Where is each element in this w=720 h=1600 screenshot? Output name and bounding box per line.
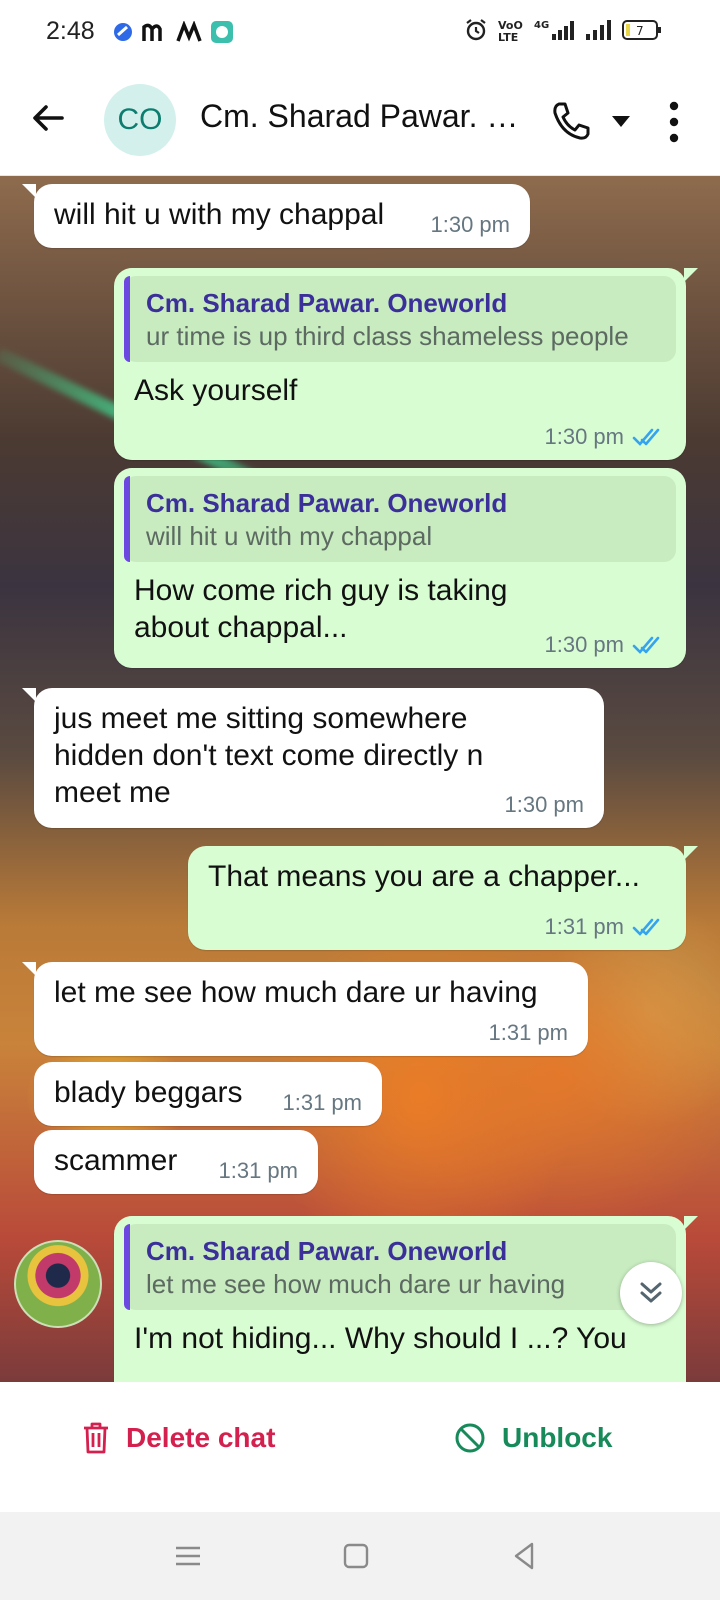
voice-call-icon[interactable] <box>550 100 592 142</box>
chat-title[interactable]: Cm. Sharad Pawar. Oneworld <box>200 98 542 135</box>
status-system-icons: VoO LTE 4G 7 <box>464 18 662 42</box>
volte-icon: VoOLTE <box>498 19 523 42</box>
quote-text: ur time is up third class shameless peop… <box>146 321 629 351</box>
svg-text:4G: 4G <box>534 20 549 31</box>
alarm-icon <box>466 19 486 41</box>
quote-text: will hit u with my chappal <box>146 521 433 551</box>
quote-author: Cm. Sharad Pawar. Oneworld <box>146 488 508 518</box>
message-time: 1:31 pm <box>545 914 667 940</box>
message-outgoing-reply[interactable]: Cm. Sharad Pawar. Oneworld will hit u wi… <box>114 468 686 668</box>
message-incoming[interactable]: will hit u with my chappal 1:30 pm <box>22 184 530 248</box>
status-app-icons <box>112 20 234 44</box>
svg-text:LTE: LTE <box>498 31 518 42</box>
recent-apps-icon[interactable] <box>172 1540 204 1572</box>
quote-author: Cm. Sharad Pawar. Oneworld <box>146 1236 508 1266</box>
message-incoming[interactable]: blady beggars 1:31 pm <box>34 1062 382 1126</box>
chat-messages-area[interactable]: will hit u with my chappal 1:30 pm Cm. S… <box>0 176 720 1382</box>
contact-avatar[interactable]: CO <box>104 84 176 156</box>
message-outgoing-reply[interactable]: Cm. Sharad Pawar. Oneworld let me see ho… <box>114 1216 698 1382</box>
delete-chat-label: Delete chat <box>126 1422 276 1453</box>
trash-icon <box>84 1422 108 1454</box>
read-ticks-icon <box>632 428 660 446</box>
signal-icon <box>586 20 611 40</box>
double-chevron-down-icon <box>640 1282 662 1303</box>
home-icon[interactable] <box>340 1540 372 1572</box>
message-time: 1:30 pm <box>504 792 585 817</box>
quoted-message[interactable]: Cm. Sharad Pawar. Oneworld will hit u wi… <box>124 476 676 562</box>
unblock-button[interactable]: Unblock <box>454 1422 612 1454</box>
more-options-icon[interactable] <box>664 100 684 144</box>
block-icon <box>455 1423 485 1453</box>
unblock-label: Unblock <box>502 1422 613 1453</box>
system-navigation-bar <box>0 1512 720 1600</box>
message-time: 1:30 pm <box>545 632 667 658</box>
battery-icon: 7 <box>622 20 661 40</box>
message-outgoing-reply[interactable]: Cm. Sharad Pawar. Oneworld ur time is up… <box>114 268 698 460</box>
status-time: 2:48 <box>46 17 95 45</box>
scroll-to-bottom-button[interactable] <box>620 1262 682 1324</box>
message-text: That means you are a chapper... <box>208 860 640 893</box>
chat-header: CO Cm. Sharad Pawar. Oneworld <box>0 64 720 176</box>
signal-4g-icon: 4G <box>534 20 574 40</box>
message-time: 1:31 pm <box>282 1090 363 1115</box>
message-incoming[interactable]: jus meet me sitting somewhere hidden don… <box>22 688 604 828</box>
status-bar: 2:48 VoO LTE 4G 7 <box>0 0 720 64</box>
message-time: 1:31 pm <box>218 1158 299 1183</box>
m-app-icon <box>142 23 162 41</box>
chat-app-icon <box>211 21 233 43</box>
message-incoming[interactable]: scammer 1:31 pm <box>34 1130 318 1194</box>
read-ticks-icon <box>632 918 660 936</box>
message-outgoing[interactable]: That means you are a chapper... 1:31 pm <box>188 846 698 950</box>
delete-chat-button[interactable]: Delete chat <box>82 1422 275 1454</box>
message-incoming[interactable]: let me see how much dare ur having 1:31 … <box>22 962 588 1056</box>
message-time: 1:30 pm <box>545 424 667 450</box>
message-text: Ask yourself <box>134 374 298 407</box>
blocked-contact-actions: Delete chat Unblock <box>0 1382 720 1512</box>
message-time: 1:30 pm <box>430 212 511 237</box>
app-notification-icon <box>114 23 132 41</box>
quote-author: Cm. Sharad Pawar. Oneworld <box>146 288 508 318</box>
quoted-message[interactable]: Cm. Sharad Pawar. Oneworld let me see ho… <box>124 1224 676 1310</box>
quote-text: let me see how much dare ur having <box>146 1269 566 1299</box>
chevron-down-icon[interactable] <box>610 112 632 130</box>
sender-avatar[interactable] <box>14 1240 102 1328</box>
message-text: let me see how much dare ur having <box>54 976 538 1009</box>
message-time: 1:31 pm <box>488 1020 569 1045</box>
quoted-message[interactable]: Cm. Sharad Pawar. Oneworld ur time is up… <box>124 276 676 362</box>
back-nav-icon[interactable] <box>508 1540 540 1572</box>
message-text: I'm not hiding... Why should I ...? You <box>134 1322 627 1355</box>
svg-text:7: 7 <box>636 24 644 38</box>
m-app-icon-2 <box>176 21 202 42</box>
read-ticks-icon <box>632 636 660 654</box>
back-arrow-icon[interactable] <box>28 98 68 138</box>
